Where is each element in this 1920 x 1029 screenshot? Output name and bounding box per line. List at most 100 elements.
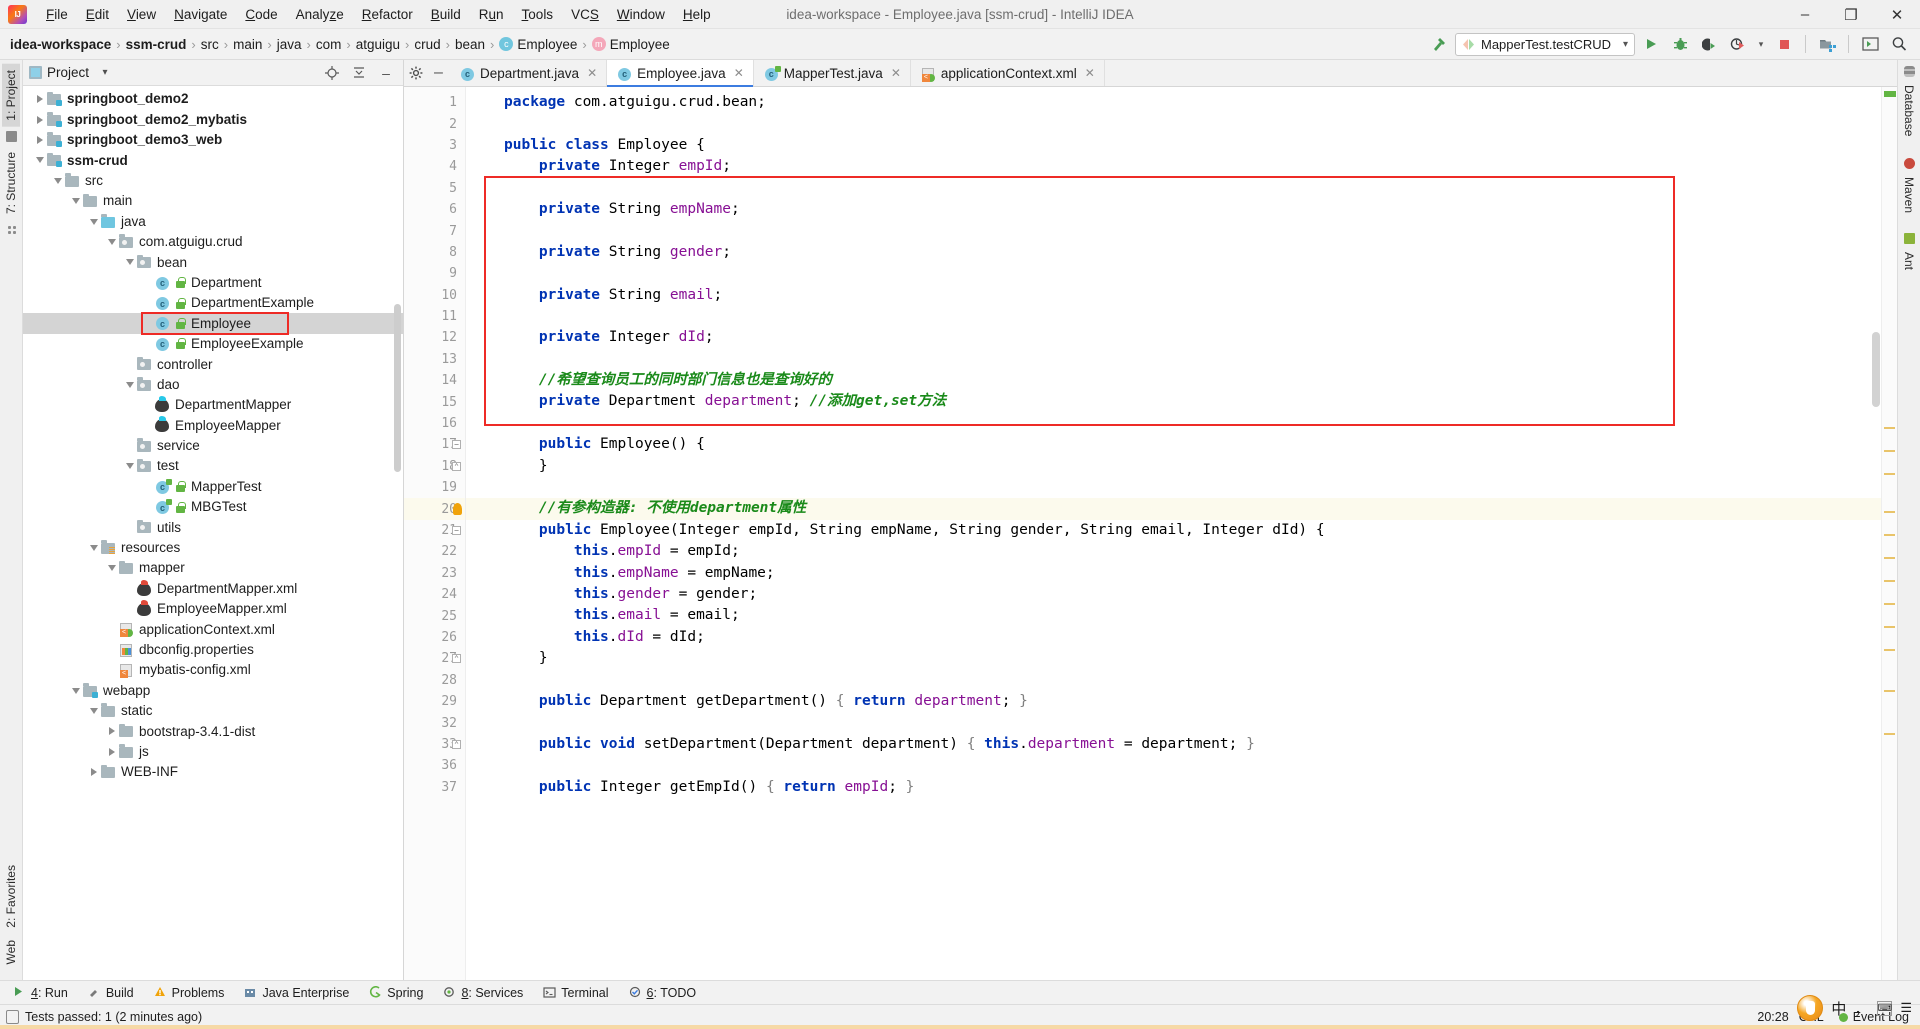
intention-bulb-icon[interactable] xyxy=(453,503,462,516)
breadcrumb-item-ssm-crud[interactable]: ssm-crud xyxy=(122,36,191,53)
project-tree-scrollbar[interactable] xyxy=(393,86,403,980)
breadcrumb-item-java[interactable]: java xyxy=(273,36,306,53)
minimize-button[interactable]: – xyxy=(1782,0,1828,29)
code-content[interactable]: package com.atguigu.crud.bean; public cla… xyxy=(466,87,1881,980)
chevron-down-icon[interactable] xyxy=(69,198,82,205)
menu-run[interactable]: Run xyxy=(470,4,513,25)
chevron-down-icon[interactable] xyxy=(51,177,64,184)
tree-node-springboot-demo3-web[interactable]: springboot_demo3_web xyxy=(23,130,403,150)
chevron-down-icon[interactable] xyxy=(87,707,100,714)
menu-file[interactable]: File xyxy=(37,4,77,25)
code-line[interactable]: this.dId = dId; xyxy=(466,627,1881,648)
chevron-down-icon[interactable] xyxy=(87,218,100,225)
tree-node-department[interactable]: c Department xyxy=(23,273,403,293)
code-fold-icon[interactable]: − xyxy=(452,440,461,450)
run-button[interactable] xyxy=(1638,32,1664,56)
code-line[interactable]: this.gender = gender; xyxy=(466,584,1881,605)
tree-node-dbconfig.properties[interactable]: dbconfig.properties xyxy=(23,640,403,660)
tree-node-utils[interactable]: utils xyxy=(23,517,403,537)
breadcrumb-item-crud[interactable]: crud xyxy=(410,36,444,53)
tree-node-static[interactable]: static xyxy=(23,701,403,721)
collapse-all-icon[interactable] xyxy=(348,62,370,84)
sidebar-item-database[interactable]: Database xyxy=(1900,79,1918,142)
chevron-down-icon[interactable]: ▾ xyxy=(94,62,116,84)
sogou-input-icon[interactable] xyxy=(1797,995,1824,1021)
editor-tab-employee-java[interactable]: c Employee.java ✕ xyxy=(607,60,754,87)
code-fold-icon[interactable]: ⌃ xyxy=(452,461,461,471)
code-line[interactable] xyxy=(466,413,1881,434)
tree-node-springboot-demo2-mybatis[interactable]: springboot_demo2_mybatis xyxy=(23,109,403,129)
tree-node-main[interactable]: main xyxy=(23,191,403,211)
menu-code[interactable]: Code xyxy=(236,4,286,25)
tree-node-springboot-demo2[interactable]: springboot_demo2 xyxy=(23,89,403,109)
code-line[interactable] xyxy=(466,755,1881,776)
sidebar-item-ant[interactable]: Ant xyxy=(1900,246,1918,276)
code-line[interactable]: //有参构造器: 不使用department属性 xyxy=(466,498,1881,520)
close-button[interactable]: ✕ xyxy=(1874,0,1920,29)
tree-node-src[interactable]: src xyxy=(23,171,403,191)
chevron-right-icon[interactable] xyxy=(105,747,118,756)
tree-node-employee[interactable]: c Employee xyxy=(23,313,403,334)
tree-node-java[interactable]: java xyxy=(23,211,403,231)
sidebar-item-project[interactable]: 1: Project xyxy=(2,64,20,127)
menu-window[interactable]: Window xyxy=(608,4,674,25)
chevron-down-icon[interactable] xyxy=(123,381,136,388)
code-line[interactable] xyxy=(466,113,1881,134)
editor-tab-department-java[interactable]: c Department.java ✕ xyxy=(450,60,608,86)
code-line[interactable] xyxy=(466,178,1881,199)
stop-button[interactable] xyxy=(1771,32,1797,56)
tool-window-button-4-run[interactable]: 4: Run xyxy=(4,984,77,1002)
chevron-down-icon[interactable] xyxy=(87,544,100,551)
code-line[interactable]: this.empName = empName; xyxy=(466,563,1881,584)
tree-node-controller[interactable]: controller xyxy=(23,354,403,374)
menu-edit[interactable]: Edit xyxy=(77,4,118,25)
tool-window-button-spring[interactable]: Spring xyxy=(360,984,432,1002)
code-line[interactable]: private String email; xyxy=(466,285,1881,306)
tree-node-employeeexample[interactable]: c EmployeeExample xyxy=(23,334,403,354)
layout-button[interactable] xyxy=(1857,32,1883,56)
ime-menu-icon[interactable]: ☰ xyxy=(1900,1000,1912,1016)
code-line[interactable]: public class Employee { xyxy=(466,135,1881,156)
code-fold-icon[interactable]: − xyxy=(452,525,461,535)
code-line[interactable] xyxy=(466,220,1881,241)
code-line[interactable]: private Integer dId; xyxy=(466,327,1881,348)
code-line[interactable]: public Employee() { xyxy=(466,434,1881,455)
breadcrumb-item-com[interactable]: com xyxy=(312,36,346,53)
menu-refactor[interactable]: Refactor xyxy=(353,4,422,25)
code-line[interactable] xyxy=(466,712,1881,733)
tree-node-js[interactable]: js xyxy=(23,742,403,762)
tool-window-button-java-enterprise[interactable]: Java Enterprise xyxy=(235,984,358,1002)
sidebar-item-web[interactable]: Web xyxy=(2,934,20,970)
scroll-from-source-icon[interactable] xyxy=(321,62,343,84)
sidebar-item-maven[interactable]: Maven xyxy=(1900,171,1918,219)
breadcrumb-item-atguigu[interactable]: atguigu xyxy=(352,36,404,53)
editor-tab-applicationcontext-xml[interactable]: applicationContext.xml ✕ xyxy=(910,60,1105,86)
chevron-right-icon[interactable] xyxy=(33,115,46,124)
breadcrumb-item-employee[interactable]: c Employee xyxy=(495,36,581,53)
run-with-coverage-button[interactable] xyxy=(1696,32,1722,56)
close-icon[interactable]: ✕ xyxy=(891,66,901,80)
tool-window-button-terminal[interactable]: Terminal xyxy=(534,984,617,1002)
close-icon[interactable]: ✕ xyxy=(1085,66,1095,80)
tree-node-mapper[interactable]: mapper xyxy=(23,558,403,578)
tree-node-resources[interactable]: resources xyxy=(23,538,403,558)
code-line[interactable]: this.empId = empId; xyxy=(466,541,1881,562)
tool-window-button-8-services[interactable]: 8: Services xyxy=(434,984,532,1002)
tree-node-web-inf[interactable]: WEB-INF xyxy=(23,762,403,782)
chevron-right-icon[interactable] xyxy=(33,95,46,104)
code-line[interactable]: public Employee(Integer empId, String em… xyxy=(466,520,1881,541)
tree-node-com.atguigu.crud[interactable]: com.atguigu.crud xyxy=(23,232,403,252)
ime-punctuation-toggle[interactable]: ， xyxy=(1854,998,1869,1019)
debug-button[interactable] xyxy=(1667,32,1693,56)
code-line[interactable]: this.email = email; xyxy=(466,605,1881,626)
chevron-down-icon[interactable]: ▾ xyxy=(1754,32,1768,56)
tree-node-service[interactable]: service xyxy=(23,436,403,456)
code-fold-icon[interactable]: ⌃ xyxy=(452,654,461,664)
tree-node-dao[interactable]: dao xyxy=(23,374,403,394)
breadcrumb-item-idea-workspace[interactable]: idea-workspace xyxy=(6,36,115,53)
code-line[interactable]: private Department department; //添加get,s… xyxy=(466,391,1881,412)
menu-help[interactable]: Help xyxy=(674,4,720,25)
editor-gutter[interactable]: 1 2 3 4 5 6 7 8 9 10 11 12 13 14 15 16 17−18 ⌃ 19 20 21−22 23… xyxy=(404,87,466,980)
code-line[interactable]: //希望查询员工的同时部门信息也是查询好的 xyxy=(466,370,1881,391)
chevron-down-icon[interactable] xyxy=(33,157,46,164)
